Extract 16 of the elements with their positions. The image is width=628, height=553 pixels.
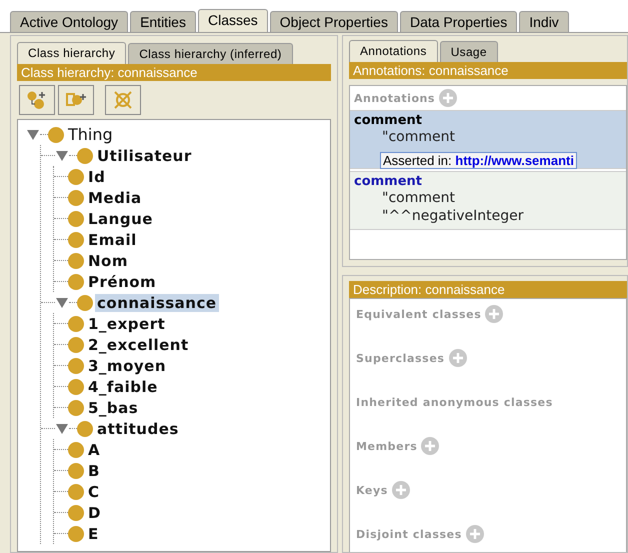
panel-title: Description: connaissance [349, 281, 627, 298]
panel-title: Annotations: connaissance [349, 62, 627, 79]
annotation-value: "comment [381, 128, 456, 146]
section-label: Superclasses [356, 351, 445, 365]
annotation-value: "comment [381, 189, 456, 207]
section-label: Annotations [354, 92, 435, 104]
section-label: Disjoint classes [356, 527, 462, 541]
tooltip-label: Asserted in: [383, 153, 453, 168]
annotation-property: comment [354, 113, 424, 128]
section-label: Members [356, 439, 418, 453]
section-label: Equivalent classes [356, 307, 482, 321]
annotation-property: comment [354, 174, 424, 189]
annotation-value: "^^negativeInteger [381, 207, 524, 225]
section-label: Inherited anonymous classes [356, 395, 553, 409]
section-label: Keys [356, 483, 388, 497]
panel-title: Class hierarchy: connaissance [17, 64, 331, 81]
